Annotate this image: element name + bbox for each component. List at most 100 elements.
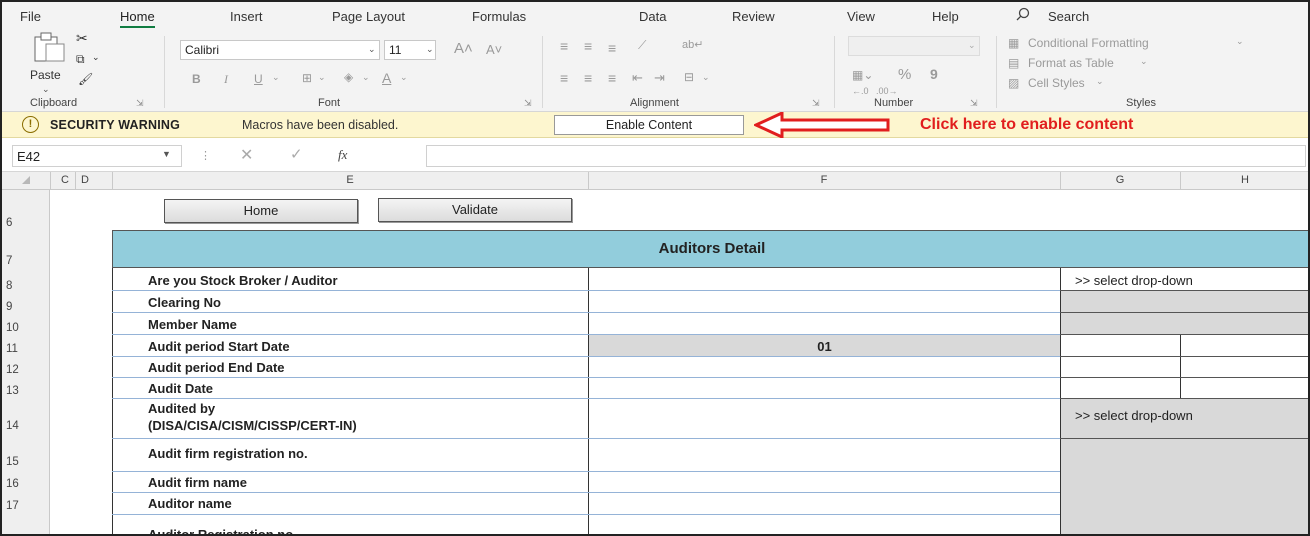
name-box-chevron-icon[interactable]: ▼ — [162, 149, 171, 159]
copy-icon[interactable]: ⧉ — [76, 52, 85, 67]
row-header-16[interactable]: 16 — [2, 478, 50, 490]
paste-chevron-icon[interactable]: ⌄ — [42, 84, 50, 95]
row-header-6[interactable]: 6 — [2, 217, 50, 229]
merge-chevron-icon[interactable]: ⌄ — [702, 72, 710, 83]
number-format-chevron-icon[interactable]: ⌄ — [968, 40, 976, 51]
row-header-11[interactable]: 11 — [2, 343, 50, 355]
validate-button[interactable]: Validate — [378, 198, 572, 222]
font-size-chevron-icon[interactable]: ⌄ — [426, 44, 434, 55]
cell-styles-chevron-icon[interactable]: ⌄ — [1096, 76, 1104, 87]
decrease-indent-icon[interactable]: ⇤ — [632, 70, 643, 86]
formula-input[interactable] — [426, 145, 1306, 167]
paste-icon[interactable] — [32, 32, 66, 65]
font-color-icon[interactable]: A — [382, 70, 391, 86]
conditional-formatting-icon[interactable]: ▦ — [1008, 36, 1019, 50]
name-box[interactable]: E42 — [12, 145, 182, 167]
row-header-17[interactable]: 17 — [2, 500, 50, 512]
col-header-e[interactable]: E — [112, 174, 588, 186]
input-audit-date[interactable] — [589, 378, 1060, 398]
insert-function-icon[interactable]: fx — [338, 147, 347, 163]
increase-indent-icon[interactable]: ⇥ — [654, 70, 665, 86]
align-top-icon[interactable]: ≡ — [560, 38, 568, 54]
grow-font-icon[interactable]: A˄ — [454, 40, 473, 57]
enter-icon[interactable]: ✓ — [290, 145, 303, 163]
fill-color-icon[interactable]: ◈ — [344, 70, 353, 84]
tab-insert[interactable]: Insert — [230, 9, 263, 24]
merge-center-icon[interactable]: ⊟ — [684, 70, 694, 84]
tab-data[interactable]: Data — [639, 9, 666, 24]
borders-icon[interactable]: ⊞ — [302, 71, 312, 85]
font-color-chevron-icon[interactable]: ⌄ — [400, 72, 408, 83]
row-header-9[interactable]: 9 — [2, 301, 50, 313]
borders-chevron-icon[interactable]: ⌄ — [318, 72, 326, 83]
paste-label[interactable]: Paste — [30, 68, 61, 82]
copy-chevron-icon[interactable]: ⌄ — [92, 52, 100, 63]
tab-page-layout[interactable]: Page Layout — [332, 9, 405, 24]
col-header-h[interactable]: H — [1180, 174, 1308, 186]
input-stock-broker-auditor[interactable] — [589, 269, 1060, 290]
alignment-launcher-icon[interactable]: ⇲ — [812, 98, 820, 109]
conditional-formatting-button[interactable]: Conditional Formatting — [1028, 36, 1149, 50]
number-format-combo[interactable] — [848, 36, 980, 56]
more-options-icon[interactable]: ⋮ — [200, 149, 211, 162]
align-center-icon[interactable]: ≡ — [584, 70, 592, 86]
format-as-table-chevron-icon[interactable]: ⌄ — [1140, 56, 1148, 67]
row-header-7[interactable]: 7 — [2, 255, 50, 267]
input-member-name[interactable] — [589, 313, 1060, 334]
row-header-13[interactable]: 13 — [2, 385, 50, 397]
row-header-15[interactable]: 15 — [2, 456, 50, 468]
align-right-icon[interactable]: ≡ — [608, 70, 616, 86]
underline-chevron-icon[interactable]: ⌄ — [272, 72, 280, 83]
cell-styles-icon[interactable]: ▨ — [1008, 76, 1019, 90]
select-all-corner[interactable] — [22, 176, 30, 184]
increase-decimal-icon[interactable]: ←.0 — [852, 86, 869, 96]
row-header-10[interactable]: 10 — [2, 322, 50, 334]
number-launcher-icon[interactable]: ⇲ — [970, 98, 978, 109]
input-audit-start-date[interactable]: 01 — [589, 339, 1060, 354]
align-left-icon[interactable]: ≡ — [560, 70, 568, 86]
input-audit-end-date[interactable] — [589, 357, 1060, 377]
tab-view[interactable]: View — [847, 9, 875, 24]
input-audit-firm-reg-no[interactable] — [589, 439, 1060, 471]
col-header-d[interactable]: D — [78, 174, 92, 186]
align-middle-icon[interactable]: ≡ — [584, 38, 592, 54]
input-audit-firm-name[interactable] — [589, 472, 1060, 492]
tab-home[interactable]: Home — [120, 9, 155, 28]
cell-styles-button[interactable]: Cell Styles — [1028, 76, 1085, 90]
wrap-text-icon[interactable]: ab↵ — [682, 38, 703, 51]
col-header-g[interactable]: G — [1060, 174, 1180, 186]
input-audited-by[interactable] — [589, 399, 1060, 438]
font-name-combo[interactable]: Calibri — [180, 40, 380, 60]
cut-icon[interactable]: ✂ — [76, 30, 88, 47]
tab-file[interactable]: File — [20, 9, 41, 24]
tab-formulas[interactable]: Formulas — [472, 9, 526, 24]
orientation-icon[interactable]: ⟋ — [638, 38, 646, 53]
row-header-12[interactable]: 12 — [2, 364, 50, 376]
format-as-table-button[interactable]: Format as Table — [1028, 56, 1114, 70]
home-button[interactable]: Home — [164, 199, 358, 223]
accounting-format-icon[interactable]: ▦⌄ — [852, 68, 873, 82]
input-auditor-name[interactable] — [589, 493, 1060, 514]
bold-button[interactable]: B — [192, 72, 201, 86]
col-header-c[interactable]: C — [58, 174, 72, 186]
shrink-font-icon[interactable]: A˅ — [486, 42, 502, 57]
input-auditor-reg-no[interactable] — [589, 515, 1060, 534]
row-header-14[interactable]: 14 — [2, 420, 50, 432]
format-painter-icon[interactable]: 🖌 — [78, 72, 93, 86]
search-label[interactable]: Search — [1048, 9, 1089, 24]
enable-content-button[interactable]: Enable Content — [554, 115, 744, 135]
decrease-decimal-icon[interactable]: .00→ — [876, 86, 898, 96]
align-bottom-icon[interactable]: ≡ — [608, 40, 616, 56]
col-header-f[interactable]: F — [588, 174, 1060, 186]
font-name-chevron-icon[interactable]: ⌄ — [368, 44, 376, 55]
tab-help[interactable]: Help — [932, 9, 959, 24]
search-icon[interactable] — [1016, 7, 1030, 24]
clipboard-launcher-icon[interactable]: ⇲ — [136, 98, 144, 109]
input-clearing-no[interactable] — [589, 291, 1060, 312]
fill-color-chevron-icon[interactable]: ⌄ — [362, 72, 370, 83]
conditional-formatting-chevron-icon[interactable]: ⌄ — [1236, 36, 1244, 47]
row-header-8[interactable]: 8 — [2, 280, 50, 292]
font-launcher-icon[interactable]: ⇲ — [524, 98, 532, 109]
tab-review[interactable]: Review — [732, 9, 775, 24]
cancel-icon[interactable]: ✕ — [240, 145, 253, 165]
